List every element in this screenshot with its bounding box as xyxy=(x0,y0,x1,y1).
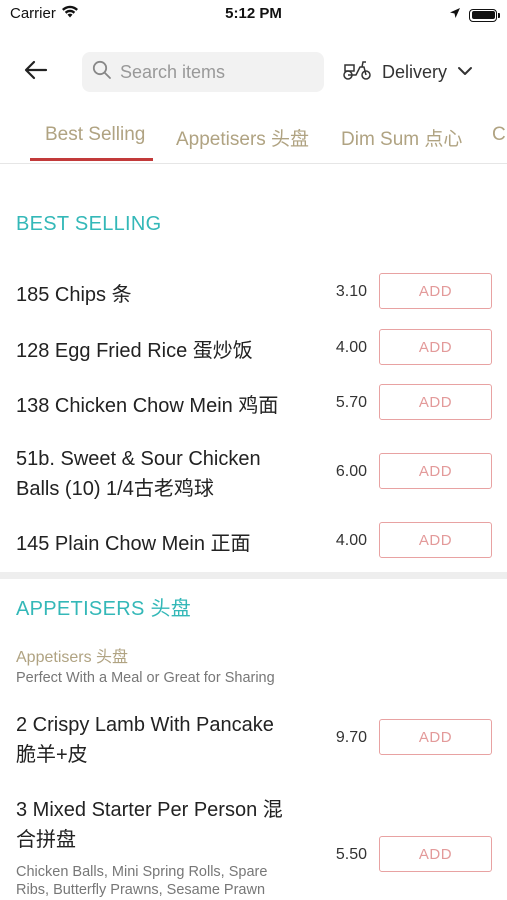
item-price: 4.00 xyxy=(335,532,367,549)
add-button[interactable]: ADD xyxy=(379,836,492,872)
active-tab-indicator xyxy=(30,158,153,161)
item-name-line2: 合拼盘 xyxy=(16,829,76,851)
clock: 5:12 PM xyxy=(225,5,282,22)
item-price: 5.70 xyxy=(335,394,367,411)
tab-next-partial[interactable]: Ch xyxy=(492,124,507,146)
item-description-line2: Ribs, Butterfly Prawns, Sesame Prawn xyxy=(16,882,266,898)
section-title-appetisers: APPETISERS 头盘 xyxy=(16,598,192,620)
search-icon xyxy=(92,60,112,85)
back-arrow-icon xyxy=(24,60,48,85)
add-button[interactable]: ADD xyxy=(379,522,492,558)
chevron-down-icon xyxy=(457,63,473,81)
tab-dim-sum[interactable]: Dim Sum 点心 xyxy=(341,124,462,151)
add-button[interactable]: ADD xyxy=(379,329,492,365)
item-description-line1: Chicken Balls, Mini Spring Rolls, Spare xyxy=(16,864,268,880)
item-name-line2: 脆羊+皮 xyxy=(16,744,88,766)
item-name-line1: 51b. Sweet & Sour Chicken xyxy=(16,448,261,470)
item-name: 128 Egg Fried Rice 蛋炒饭 xyxy=(16,340,253,362)
subcategory-title: Appetisers 头盘 xyxy=(16,649,129,666)
category-tabs: Best Selling Appetisers 头盘 Dim Sum 点心 Ch xyxy=(0,112,507,164)
section-title-best-selling: BEST SELLING xyxy=(16,213,162,235)
header: Delivery xyxy=(0,50,507,94)
item-name-line1: 2 Crispy Lamb With Pancake xyxy=(16,714,274,736)
item-price: 3.10 xyxy=(335,283,367,300)
search-box[interactable] xyxy=(82,52,324,92)
location-arrow-icon xyxy=(449,6,461,24)
item-price: 6.00 xyxy=(335,463,367,480)
battery-icon xyxy=(469,8,500,22)
back-button[interactable] xyxy=(20,58,52,86)
scooter-icon xyxy=(342,59,372,86)
item-price: 5.50 xyxy=(335,846,367,863)
search-input[interactable] xyxy=(120,61,310,83)
item-name: 185 Chips 条 xyxy=(16,284,132,306)
add-button[interactable]: ADD xyxy=(379,273,492,309)
status-icons xyxy=(449,6,500,24)
item-name: 145 Plain Chow Mein 正面 xyxy=(16,533,251,555)
section-divider xyxy=(0,572,507,579)
item-name-line2: Balls (10) 1/4古老鸡球 xyxy=(16,478,214,500)
subcategory-description: Perfect With a Meal or Great for Sharing xyxy=(16,670,275,686)
add-button[interactable]: ADD xyxy=(379,384,492,420)
item-price: 4.00 xyxy=(335,339,367,356)
delivery-label: Delivery xyxy=(382,61,448,82)
add-button[interactable]: ADD xyxy=(379,719,492,755)
tab-appetisers[interactable]: Appetisers 头盘 xyxy=(176,124,309,151)
tab-best-selling[interactable]: Best Selling xyxy=(45,124,145,146)
status-bar: Carrier 5:12 PM xyxy=(0,0,507,28)
item-price: 9.70 xyxy=(335,729,367,746)
delivery-selector[interactable]: Delivery xyxy=(342,52,473,92)
item-name-line1: 3 Mixed Starter Per Person 混 xyxy=(16,799,283,821)
item-name: 138 Chicken Chow Mein 鸡面 xyxy=(16,395,279,417)
add-button[interactable]: ADD xyxy=(379,453,492,489)
